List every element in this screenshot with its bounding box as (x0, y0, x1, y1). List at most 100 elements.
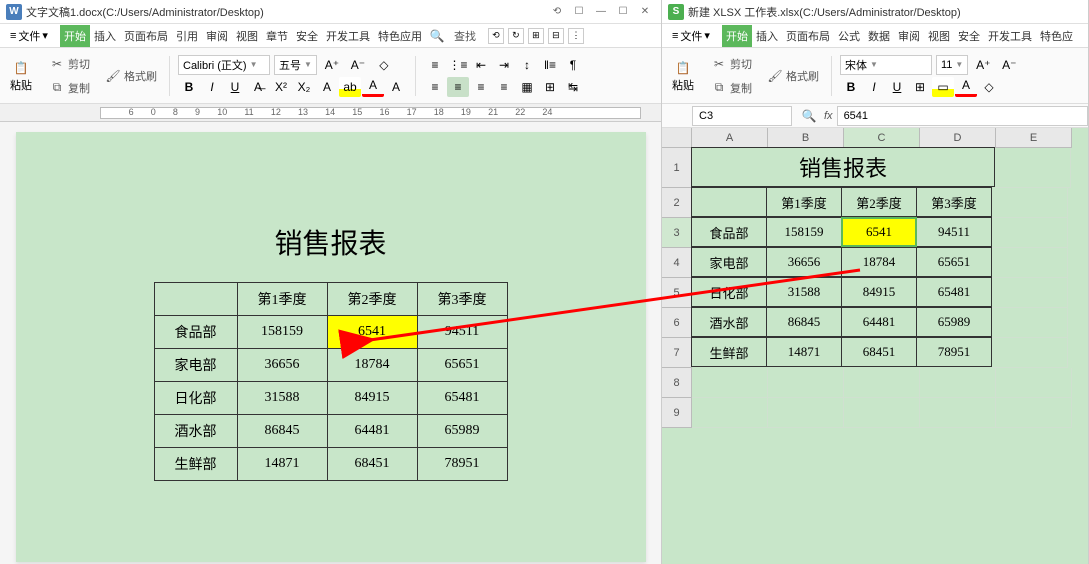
minimize-icon[interactable]: — (591, 3, 611, 21)
row-header[interactable]: 6 (662, 308, 692, 338)
grow-font-icon[interactable]: A⁺ (972, 55, 994, 75)
shrink-font-icon[interactable]: A⁻ (998, 55, 1020, 75)
cut-button[interactable]: ✂剪切 (44, 53, 94, 75)
tab-special-xl[interactable]: 特色应 (1036, 25, 1077, 47)
col-header[interactable]: E (996, 128, 1072, 148)
bullets-button[interactable]: ≡ (424, 55, 446, 75)
number-format-button[interactable]: ◇ (978, 77, 1000, 97)
align-left-button[interactable]: ≡ (424, 77, 446, 97)
formula-bar[interactable]: 6541 (837, 106, 1088, 126)
name-box[interactable]: C3 (692, 106, 792, 126)
tab-view[interactable]: 视图 (232, 25, 262, 47)
spreadsheet[interactable]: 1 2 3 4 5 6 7 8 9 A B C D E 销售报表 第1季度第2季… (662, 128, 1088, 564)
shrink-font-icon[interactable]: A⁻ (347, 55, 369, 75)
quick-icon-4[interactable]: ⊟ (548, 28, 564, 44)
font-name-dropdown[interactable]: Calibri (正文)▼ (178, 55, 270, 75)
numbering-button[interactable]: ⋮≡ (447, 55, 469, 75)
tab-review[interactable]: 审阅 (202, 25, 232, 47)
col-header[interactable]: B (768, 128, 844, 148)
row-header[interactable]: 7 (662, 338, 692, 368)
tab-review-xl[interactable]: 审阅 (894, 25, 924, 47)
copy-button[interactable]: ⧉复制 (44, 77, 94, 99)
font-name-dropdown-xl[interactable]: 宋体▼ (840, 55, 932, 75)
search-icon[interactable]: 🔍 (426, 26, 448, 46)
row-header[interactable]: 3 (662, 218, 692, 248)
tabs-button[interactable]: ↹ (562, 77, 584, 97)
copy-button-xl[interactable]: ⧉复制 (706, 77, 756, 99)
show-marks-button[interactable]: ¶ (562, 55, 584, 75)
underline-button-xl[interactable]: U (886, 77, 908, 97)
font-size-dropdown[interactable]: 五号▼ (274, 55, 317, 75)
tab-dev-xl[interactable]: 开发工具 (984, 25, 1036, 47)
subscript-button[interactable]: X₂ (293, 77, 315, 97)
tab-dev[interactable]: 开发工具 (322, 25, 374, 47)
align-center-button[interactable]: ≡ (447, 77, 469, 97)
col-header[interactable]: C (844, 128, 920, 148)
document-area[interactable]: 销售报表 第1季度 第2季度 第3季度 食品部158159654194511 家… (0, 122, 661, 564)
tab-data-xl[interactable]: 数据 (864, 25, 894, 47)
quick-icon-1[interactable]: ⟲ (488, 28, 504, 44)
paste-button[interactable]: 📋 粘贴 (4, 57, 38, 95)
underline-button[interactable]: U (224, 77, 246, 97)
align-right-button[interactable]: ≡ (470, 77, 492, 97)
row-header[interactable]: 8 (662, 368, 692, 398)
bold-button[interactable]: B (178, 77, 200, 97)
tab-layout[interactable]: 页面布局 (120, 25, 172, 47)
shading-button[interactable]: ▦ (516, 77, 538, 97)
restore-icon[interactable]: ☐ (569, 3, 589, 21)
italic-button-xl[interactable]: I (863, 77, 885, 97)
font-color-button-xl[interactable]: A (955, 77, 977, 97)
italic-button[interactable]: I (201, 77, 223, 97)
quick-icon-3[interactable]: ⊞ (528, 28, 544, 44)
align-justify-button[interactable]: ≡ (493, 77, 515, 97)
tab-sections[interactable]: 章节 (262, 25, 292, 47)
grow-font-icon[interactable]: A⁺ (321, 55, 343, 75)
borders-button-xl[interactable]: ⊞ (909, 77, 931, 97)
row-header[interactable]: 9 (662, 398, 692, 428)
history-icon[interactable]: ⟲ (547, 3, 567, 21)
sheet-title-cell[interactable]: 销售报表 (691, 147, 995, 187)
file-menu-excel[interactable]: ≡ 文件 ▾ (666, 28, 716, 44)
sort-button[interactable]: ↕ (516, 55, 538, 75)
clear-format-icon[interactable]: ◇ (373, 55, 395, 75)
borders-button[interactable]: ⊞ (539, 77, 561, 97)
col-header[interactable]: A (692, 128, 768, 148)
active-cell[interactable]: 6541 (841, 217, 917, 247)
tab-view-xl[interactable]: 视图 (924, 25, 954, 47)
format-painter-xl[interactable]: 🖌格式刷 (762, 65, 823, 87)
search-button[interactable]: 查找 (448, 28, 482, 44)
font-color-button[interactable]: A (362, 77, 384, 97)
line-spacing-button[interactable]: ‖≡ (539, 55, 561, 75)
strike-button[interactable]: A̶ (247, 77, 269, 97)
tab-insert[interactable]: 插入 (90, 25, 120, 47)
file-menu[interactable]: ≡ 文件 ▾ (4, 28, 54, 44)
bold-button-xl[interactable]: B (840, 77, 862, 97)
highlight-button[interactable]: ab (339, 77, 361, 97)
select-all-corner[interactable] (662, 128, 692, 148)
tab-layout-xl[interactable]: 页面布局 (782, 25, 834, 47)
fill-color-button[interactable]: ▭ (932, 77, 954, 97)
tab-home-xl[interactable]: 开始 (722, 25, 752, 47)
indent-dec-button[interactable]: ⇤ (470, 55, 492, 75)
row-header[interactable]: 2 (662, 188, 692, 218)
indent-inc-button[interactable]: ⇥ (493, 55, 515, 75)
tab-insert-xl[interactable]: 插入 (752, 25, 782, 47)
font-size-dropdown-xl[interactable]: 11▼ (936, 55, 968, 75)
tab-formula-xl[interactable]: 公式 (834, 25, 864, 47)
format-painter[interactable]: 🖌格式刷 (100, 65, 161, 87)
tab-security-xl[interactable]: 安全 (954, 25, 984, 47)
close-icon[interactable]: ✕ (635, 3, 655, 21)
cut-button-xl[interactable]: ✂剪切 (706, 53, 756, 75)
tab-home[interactable]: 开始 (60, 25, 90, 47)
maximize-icon[interactable]: ☐ (613, 3, 633, 21)
text-effects-button[interactable]: A (316, 77, 338, 97)
tab-special[interactable]: 特色应用 (374, 25, 426, 47)
superscript-button[interactable]: X² (270, 77, 292, 97)
quick-icon-5[interactable]: ⋮ (568, 28, 584, 44)
row-header[interactable]: 5 (662, 278, 692, 308)
tab-references[interactable]: 引用 (172, 25, 202, 47)
tab-security[interactable]: 安全 (292, 25, 322, 47)
col-header[interactable]: D (920, 128, 996, 148)
zoom-icon[interactable]: 🔍 (798, 106, 820, 126)
paste-button-xl[interactable]: 📋 粘贴 (666, 57, 700, 95)
